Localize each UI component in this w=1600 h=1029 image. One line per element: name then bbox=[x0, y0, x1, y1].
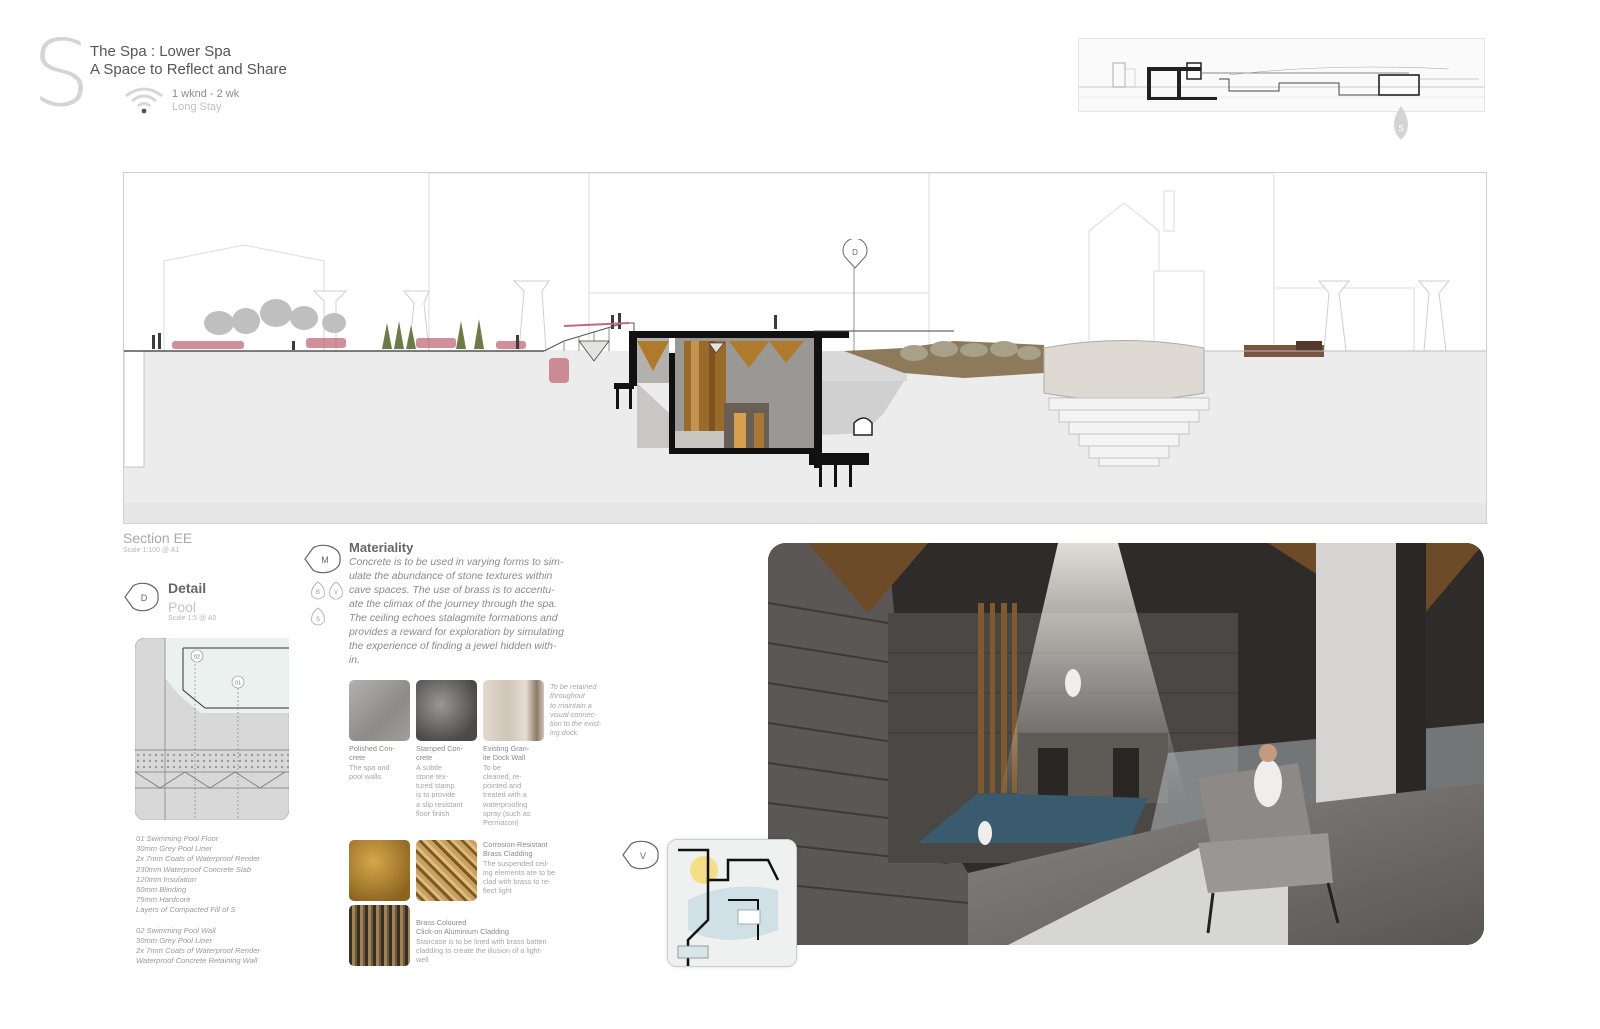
materiality-title: Materiality bbox=[349, 540, 414, 555]
sheet-title: The Spa : Lower Spa bbox=[90, 43, 231, 60]
detail-title: Detail bbox=[168, 580, 207, 596]
wifi-icon bbox=[125, 87, 163, 114]
svg-text:S: S bbox=[1398, 124, 1403, 133]
detail-callout-marker: D bbox=[842, 239, 868, 269]
swatch-granite-dock-wall bbox=[483, 680, 544, 741]
note-line: 2x 7mm Coats of Waterproof Render bbox=[136, 946, 260, 956]
render-scene bbox=[768, 543, 1484, 945]
svg-text:V: V bbox=[334, 590, 338, 596]
caption-stamped-concrete: Stamped Con- crete A subtle stone tex- t… bbox=[416, 744, 464, 819]
text-line: provides a reward for exploration by sim… bbox=[349, 627, 564, 638]
swatch-brass-cladding bbox=[349, 840, 410, 901]
stay-type: Long Stay bbox=[172, 101, 222, 113]
note-line: Waterproof Concrete Retaining Wall bbox=[136, 956, 258, 966]
caption-retained-note: To be retained throughout to maintain a … bbox=[550, 682, 602, 738]
svg-text:02: 02 bbox=[194, 655, 200, 661]
section-drawing: D bbox=[123, 172, 1487, 524]
note-line: 02 Swimming Pool Wall bbox=[136, 925, 216, 935]
text-line: cave spaces. The use of brass is to acce… bbox=[349, 585, 555, 596]
detail-scale: Scale 1:5 @ A0 bbox=[168, 615, 217, 622]
text-line: ate the climax of the journey through th… bbox=[349, 599, 557, 610]
svg-text:01: 01 bbox=[235, 681, 241, 687]
svg-text:S: S bbox=[316, 617, 320, 623]
text-line: Concrete is to be used in varying forms … bbox=[349, 557, 564, 568]
caption-aluminium-cladding: Brass Coloured Click-on Aluminium Claddi… bbox=[416, 918, 547, 965]
section-ee-svg bbox=[124, 173, 1486, 523]
svg-text:D: D bbox=[852, 248, 858, 257]
text-line: in. bbox=[349, 655, 360, 666]
svg-text:M: M bbox=[321, 555, 329, 565]
note-line: 50mm Blinding bbox=[136, 885, 187, 895]
key-plan-marker: S bbox=[1394, 106, 1408, 140]
note-line: 2x 7mm Coats of Waterproof Render bbox=[136, 854, 260, 864]
swatch-stamped-concrete bbox=[416, 680, 477, 741]
detail-notes: 01 Swimming Pool Floor 30mm Grey Pool Li… bbox=[136, 834, 326, 966]
text-line: ulate the abundance of stone textures wi… bbox=[349, 571, 553, 582]
pool-detail-drawing: 02 01 bbox=[135, 638, 289, 820]
note-spacer bbox=[136, 916, 326, 926]
section-title: Section EE bbox=[123, 530, 193, 546]
note-line: Layers of Compacted Fill of S bbox=[136, 905, 236, 915]
note-line: 75mm Hardcore bbox=[136, 895, 191, 905]
caption-polished-concrete: Polished Con- crete The spa and pool wal… bbox=[349, 744, 395, 781]
interior-render bbox=[768, 543, 1484, 945]
view-marker: V bbox=[622, 840, 659, 870]
swatch-aluminium-cladding bbox=[349, 905, 410, 966]
swatch-polished-concrete bbox=[349, 680, 410, 741]
materiality-description: Concrete is to be used in varying forms … bbox=[349, 556, 614, 668]
detail-marker: D bbox=[124, 582, 159, 612]
svg-text:V: V bbox=[640, 851, 646, 861]
sheet-subtitle: A Space to Reflect and Share bbox=[90, 61, 287, 78]
sheet-letter: S bbox=[32, 20, 91, 127]
note-line: 30mm Grey Pool Liner bbox=[136, 844, 212, 854]
text-line: the experience of finding a jewel hidden… bbox=[349, 641, 557, 652]
note-line: 230mm Waterproof Concrete Slab bbox=[136, 864, 252, 874]
text-line: The ceiling echoes stalagmite formations… bbox=[349, 613, 558, 624]
view-map-drawing bbox=[668, 840, 796, 966]
svg-text:D: D bbox=[141, 593, 148, 603]
caption-brass-cladding: Corrosion-Resistant Brass Cladding The s… bbox=[483, 840, 556, 896]
stay-duration: 1 wknd - 2 wk bbox=[172, 88, 240, 100]
note-line: 120mm Insulation bbox=[136, 874, 196, 884]
svg-text:B: B bbox=[316, 590, 320, 596]
caption-granite-dock-wall: Existing Gran- ite Dock Wall To be clean… bbox=[483, 744, 531, 828]
swatch-brass-texture bbox=[416, 840, 477, 901]
key-plan-drawing bbox=[1079, 62, 1484, 100]
materiality-sub-markers: B V S bbox=[311, 581, 343, 626]
detail-subtitle: Pool bbox=[168, 599, 197, 615]
key-plan-section bbox=[1078, 38, 1485, 112]
note-line: 30mm Grey Pool Liner bbox=[136, 935, 212, 945]
view-location-map bbox=[667, 839, 797, 967]
section-scale: Scale 1:100 @ A1 bbox=[123, 547, 180, 554]
materiality-marker: M bbox=[304, 544, 341, 574]
note-line: 01 Swimming Pool Floor bbox=[136, 834, 219, 843]
